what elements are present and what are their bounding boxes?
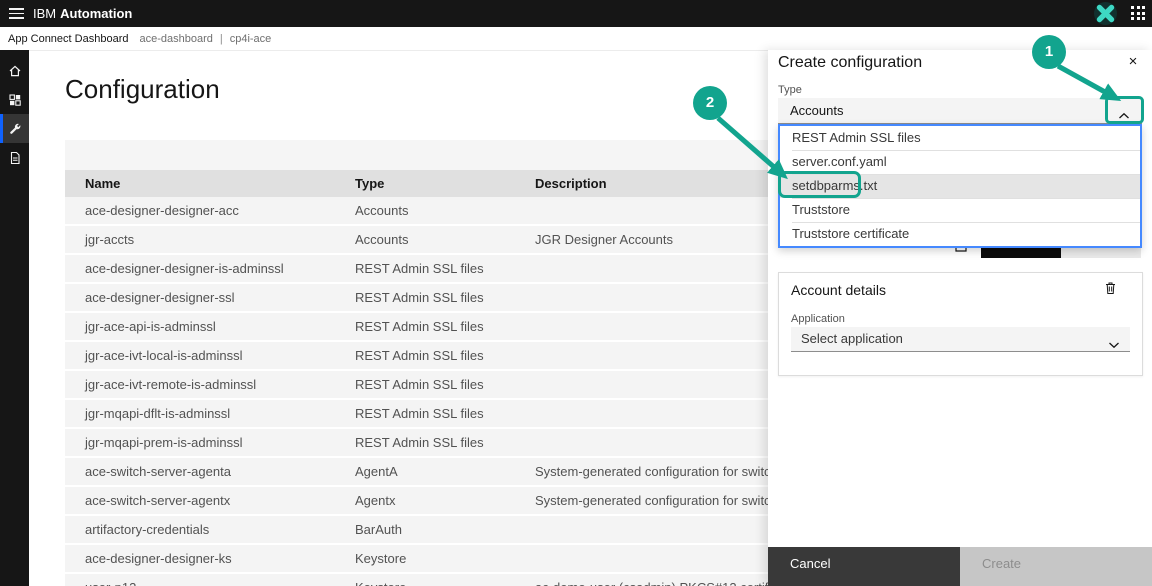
sidebar-item-docs[interactable] <box>0 143 29 172</box>
application-label: Application <box>791 313 845 325</box>
cell-type: REST Admin SSL files <box>355 348 484 363</box>
cell-type: REST Admin SSL files <box>355 406 484 421</box>
cell-name: jgr-mqapi-prem-is-adminssl <box>85 435 243 450</box>
page-title: Configuration <box>65 74 220 104</box>
cell-name: ace-designer-designer-ks <box>85 551 232 566</box>
breadcrumb-separator: | <box>219 32 223 45</box>
cell-type: Accounts <box>355 203 409 218</box>
brand-title: IBM Automation <box>33 0 132 27</box>
create-button[interactable]: Create <box>960 547 1152 586</box>
dropdown-option-server-conf-yaml[interactable]: server.conf.yaml <box>780 150 1140 174</box>
click-marker-x-icon <box>1093 1 1118 26</box>
dropdown-option-truststore[interactable]: Truststore <box>780 198 1140 222</box>
app-switcher-icon[interactable] <box>1131 6 1146 21</box>
breadcrumb: App Connect Dashboard ace-dashboard | cp… <box>0 27 1152 51</box>
cell-type: REST Admin SSL files <box>355 319 484 334</box>
column-header-type[interactable]: Type <box>355 176 535 191</box>
cell-type: Keystore <box>355 580 535 586</box>
cell-name: jgr-ace-api-is-adminssl <box>85 319 216 334</box>
cancel-button[interactable]: Cancel <box>768 547 960 586</box>
hamburger-menu-icon[interactable] <box>9 8 24 19</box>
cell-type: BarAuth <box>355 522 402 537</box>
home-icon <box>7 63 23 79</box>
type-dropdown-value: Accounts <box>790 103 844 118</box>
cell-name: jgr-mqapi-dflt-is-adminssl <box>85 406 231 421</box>
cell-type: Agentx <box>355 493 396 508</box>
side-nav <box>0 50 29 586</box>
brand-prefix: IBM <box>33 6 57 21</box>
column-header-name[interactable]: Name <box>65 176 355 191</box>
account-details-title: Account details <box>791 282 886 298</box>
cell-name: jgr-accts <box>85 232 135 247</box>
cell-name: ace-switch-server-agenta <box>85 464 231 479</box>
breadcrumb-app[interactable]: App Connect Dashboard <box>8 33 128 45</box>
cell-type: AgentA <box>355 464 398 479</box>
sidebar-item-configuration[interactable] <box>0 114 29 143</box>
breadcrumb-namespace: cp4i-ace <box>229 32 272 45</box>
cell-name: jgr-ace-ivt-local-is-adminssl <box>85 348 243 363</box>
brand-product: Automation <box>60 6 133 21</box>
chevron-down-icon <box>1108 336 1120 354</box>
masthead: IBM Automation <box>0 0 1152 27</box>
app-grid-icon <box>7 92 23 108</box>
cell-type: REST Admin SSL files <box>355 377 484 392</box>
cell-name: ace-designer-designer-ssl <box>85 290 235 305</box>
sidebar-item-servers[interactable] <box>0 85 29 114</box>
document-icon <box>7 150 23 166</box>
cell-name: artifactory-credentials <box>85 522 210 537</box>
dropdown-option-truststore-certificate[interactable]: Truststore certificate <box>780 222 1140 246</box>
sidebar-item-home[interactable] <box>0 56 29 85</box>
cell-type: REST Admin SSL files <box>355 435 484 450</box>
cell-name: jgr-ace-ivt-remote-is-adminssl <box>85 377 257 392</box>
cell-name: ace-designer-designer-acc <box>85 203 239 218</box>
cell-type: REST Admin SSL files <box>355 261 484 276</box>
trash-icon[interactable] <box>1104 281 1120 297</box>
type-dropdown[interactable]: Accounts <box>778 98 1142 124</box>
wrench-icon <box>7 121 23 137</box>
cell-name: user-p12 <box>65 580 355 586</box>
type-label: Type <box>778 84 802 96</box>
dropdown-option-rest-admin-ssl[interactable]: REST Admin SSL files <box>780 126 1140 150</box>
cell-name: ace-designer-designer-is-adminssl <box>85 261 284 276</box>
cell-type: REST Admin SSL files <box>355 290 484 305</box>
breadcrumb-instance[interactable]: ace-dashboard <box>139 33 212 45</box>
chevron-up-icon[interactable] <box>1118 107 1130 125</box>
cell-type: Keystore <box>355 551 407 566</box>
close-icon[interactable]: × <box>1123 52 1143 72</box>
panel-title: Create configuration <box>778 54 923 71</box>
type-dropdown-listbox: REST Admin SSL files server.conf.yaml se… <box>778 124 1142 248</box>
account-details-card: Account details Application Select appli… <box>778 272 1143 376</box>
application-select-value: Select application <box>801 331 903 346</box>
application-select[interactable]: Select application <box>791 327 1130 352</box>
dropdown-option-setdbparms-txt[interactable]: setdbparms.txt <box>780 174 1140 198</box>
cell-name: ace-switch-server-agentx <box>85 493 231 508</box>
cell-type: Accounts <box>355 232 409 247</box>
panel-footer: Cancel Create <box>768 547 1152 586</box>
create-configuration-panel: Create configuration Type Accounts REST … <box>768 50 1152 586</box>
